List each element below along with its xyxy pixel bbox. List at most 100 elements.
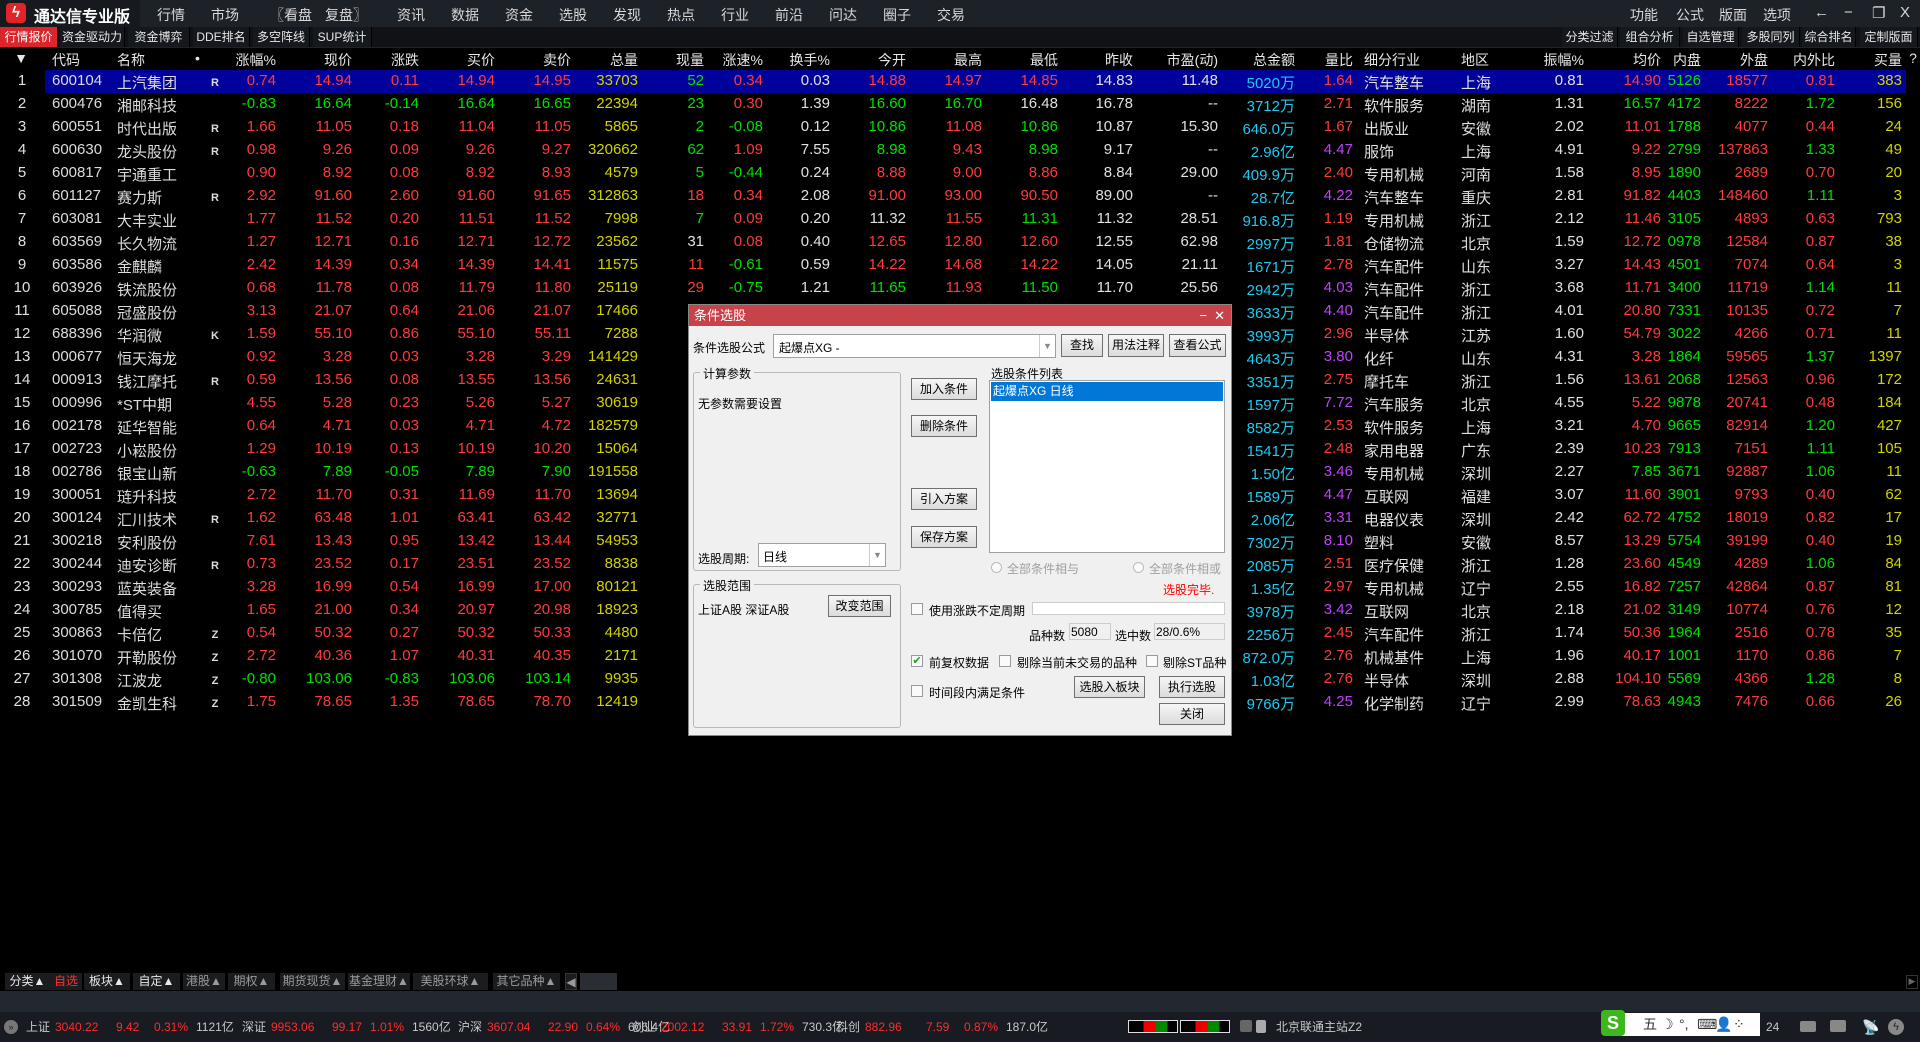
column-header[interactable]: 均价 [1584,50,1661,70]
table-row[interactable]: 9 603586 金麒麟 2.42 14.39 0.34 14.39 14.41 11575 11… [0,254,1920,277]
usage-notes-button[interactable]: 用法注释 [1108,334,1164,357]
power-icon[interactable]: ϟ [1888,1019,1904,1035]
table-row[interactable]: 7 603081 大丰实业 1.77 11.52 0.20 11.51 11.52 7998 7 0… [0,208,1920,231]
tab-4[interactable]: 多空阵线 [253,27,310,47]
server-name[interactable]: 北京联通主站Z2 [1276,1012,1362,1042]
chevron-down-icon[interactable]: ▼ [1039,335,1055,357]
tab-right-3[interactable]: 多股同列 [1742,27,1800,47]
uncertain-period-checkbox[interactable] [911,603,923,615]
bottom-tab-5[interactable]: 期权▲ [228,973,275,990]
back-icon[interactable]: ← [1814,4,1829,21]
minimize-icon[interactable]: − [1199,305,1207,326]
column-header[interactable]: 总金额 [1218,50,1295,70]
menu-item-right-2[interactable]: 版面 [1719,5,1747,25]
import-plan-button[interactable]: 引入方案 [911,488,977,510]
column-header[interactable]: 卖价 [495,50,571,70]
exclude-st-checkbox[interactable] [1146,655,1158,667]
bottom-tab-1[interactable]: 自选 [50,973,82,990]
table-row[interactable]: 4 600630 龙头股份 R 0.98 9.26 0.09 9.26 9.27 320662 62… [0,139,1920,162]
signal-icon[interactable] [1240,1020,1252,1032]
column-header[interactable]: 外盘 [1701,50,1768,70]
radio-all-and[interactable] [991,562,1002,573]
table-row[interactable]: 8 603569 长久物流 1.27 12.71 0.16 12.71 12.72 23562 3… [0,231,1920,254]
punctuation-icon[interactable]: °, [1679,1013,1689,1036]
close-icon[interactable]: ✕ [1214,305,1225,326]
column-header[interactable]: 量比 [1295,50,1353,70]
condition-list-item[interactable]: 起爆点XG 日线 [991,382,1223,401]
tab-3[interactable]: DDE排名 [193,27,250,47]
column-header[interactable]: 今开 [830,50,906,70]
forward-adjust-checkbox[interactable]: ✔ [911,655,923,667]
column-header[interactable]: • [190,50,205,66]
table-row[interactable]: 1 600104 上汽集团 R 0.74 14.94 0.11 14.94 14.95 33703… [0,70,1920,93]
close-button[interactable]: 关闭 [1159,703,1225,725]
collapse-icon[interactable]: » [4,1020,18,1034]
menu-item-5[interactable]: 数据 [451,5,479,25]
user-icon[interactable]: 👤 [1715,1013,1732,1036]
change-range-button[interactable]: 改变范围 [828,595,891,617]
sogou-logo-icon[interactable]: S [1601,1010,1625,1036]
add-to-block-button[interactable]: 选股入板块 [1074,676,1145,698]
column-header[interactable]: 昨收 [1058,50,1133,70]
menu-item-right-0[interactable]: 功能 [1630,5,1658,25]
restore-icon[interactable]: ❐ [1872,4,1885,22]
column-header[interactable]: 现价 [276,50,352,70]
save-plan-button[interactable]: 保存方案 [911,526,977,548]
moon-icon[interactable]: ☽ [1661,1013,1674,1036]
column-header[interactable]: 内外比 [1768,50,1835,70]
table-row[interactable]: 2 600476 湘邮科技 -0.83 16.64 -0.14 16.64 16.65 2239… [0,93,1920,116]
column-header[interactable]: 涨幅% [225,50,276,70]
minimize-icon[interactable]: − [1844,4,1853,21]
tab-1[interactable]: 资金驱动力 [60,27,125,47]
column-header[interactable]: 最高 [906,50,982,70]
delete-condition-button[interactable]: 删除条件 [911,415,977,437]
column-header[interactable]: 买量 [1835,50,1902,70]
menu-item-8[interactable]: 发现 [613,5,641,25]
table-row[interactable]: 3 600551 时代出版 R 1.66 11.05 0.18 11.04 11.05 5865 2… [0,116,1920,139]
chevron-down-icon[interactable]: ▼ [869,544,885,566]
menu-item-2[interactable]: 〖看盘 [270,5,312,25]
table-row[interactable]: 5 600817 宇通重工 0.90 8.92 0.08 8.92 8.93 4579 5 -0.4… [0,162,1920,185]
menu-item-4[interactable]: 资讯 [397,5,425,25]
bottom-tab-0[interactable]: 分类▲ [5,973,50,990]
column-header[interactable]: ▼ [12,50,30,66]
bottom-tab-6[interactable]: 期货现货▲ [280,973,345,990]
tab-right-2[interactable]: 自选管理 [1683,27,1739,47]
execute-button[interactable]: 执行选股 [1159,676,1225,698]
column-header[interactable]: 代码 [52,50,112,70]
menu-item-14[interactable]: 交易 [937,5,965,25]
add-condition-button[interactable]: 加入条件 [911,378,977,400]
column-header[interactable]: 现量 [638,50,704,70]
tab-0[interactable]: 行情报价 [0,27,58,47]
column-header[interactable]: 细分行业 [1364,50,1456,70]
column-header[interactable]: 市盈(动) [1133,50,1218,70]
horizontal-scrollbar[interactable] [580,973,617,990]
condition-list[interactable]: 起爆点XG 日线 [989,380,1225,553]
tab-2[interactable]: 资金博弈 [128,27,190,47]
menu-item-10[interactable]: 行业 [721,5,749,25]
column-header[interactable]: 最低 [982,50,1058,70]
menu-item-11[interactable]: 前沿 [775,5,803,25]
tab-right-0[interactable]: 分类过滤 [1562,27,1618,47]
menu-item-right-1[interactable]: 公式 [1676,5,1704,25]
radio-all-or[interactable] [1133,562,1144,573]
table-row[interactable]: 10 603926 铁流股份 0.68 11.78 0.08 11.79 11.80 25119… [0,277,1920,300]
tab-right-5[interactable]: 定制版面 [1860,27,1918,47]
apps-icon[interactable]: ⁘ [1733,1013,1745,1036]
menu-item-right-3[interactable]: 选项 [1763,5,1791,25]
menu-item-13[interactable]: 圈子 [883,5,911,25]
menu-item-3[interactable]: 复盘〗 [325,5,367,25]
column-header[interactable]: ? [1906,50,1920,66]
bottom-tab-4[interactable]: 港股▲ [183,973,225,990]
time-range-checkbox[interactable] [911,685,923,697]
column-header[interactable]: 地区 [1461,50,1530,70]
menu-item-1[interactable]: 市场 [211,5,239,25]
column-header[interactable]: 买价 [419,50,495,70]
column-header[interactable]: 涨跌 [352,50,419,70]
column-header[interactable]: 涨速% [704,50,763,70]
monitor-icon[interactable] [1830,1020,1846,1032]
scroll-left-icon[interactable]: ◀ [565,973,577,990]
menu-item-6[interactable]: 资金 [505,5,533,25]
page-icon[interactable] [1256,1020,1266,1033]
find-button[interactable]: 查找 [1061,334,1103,357]
